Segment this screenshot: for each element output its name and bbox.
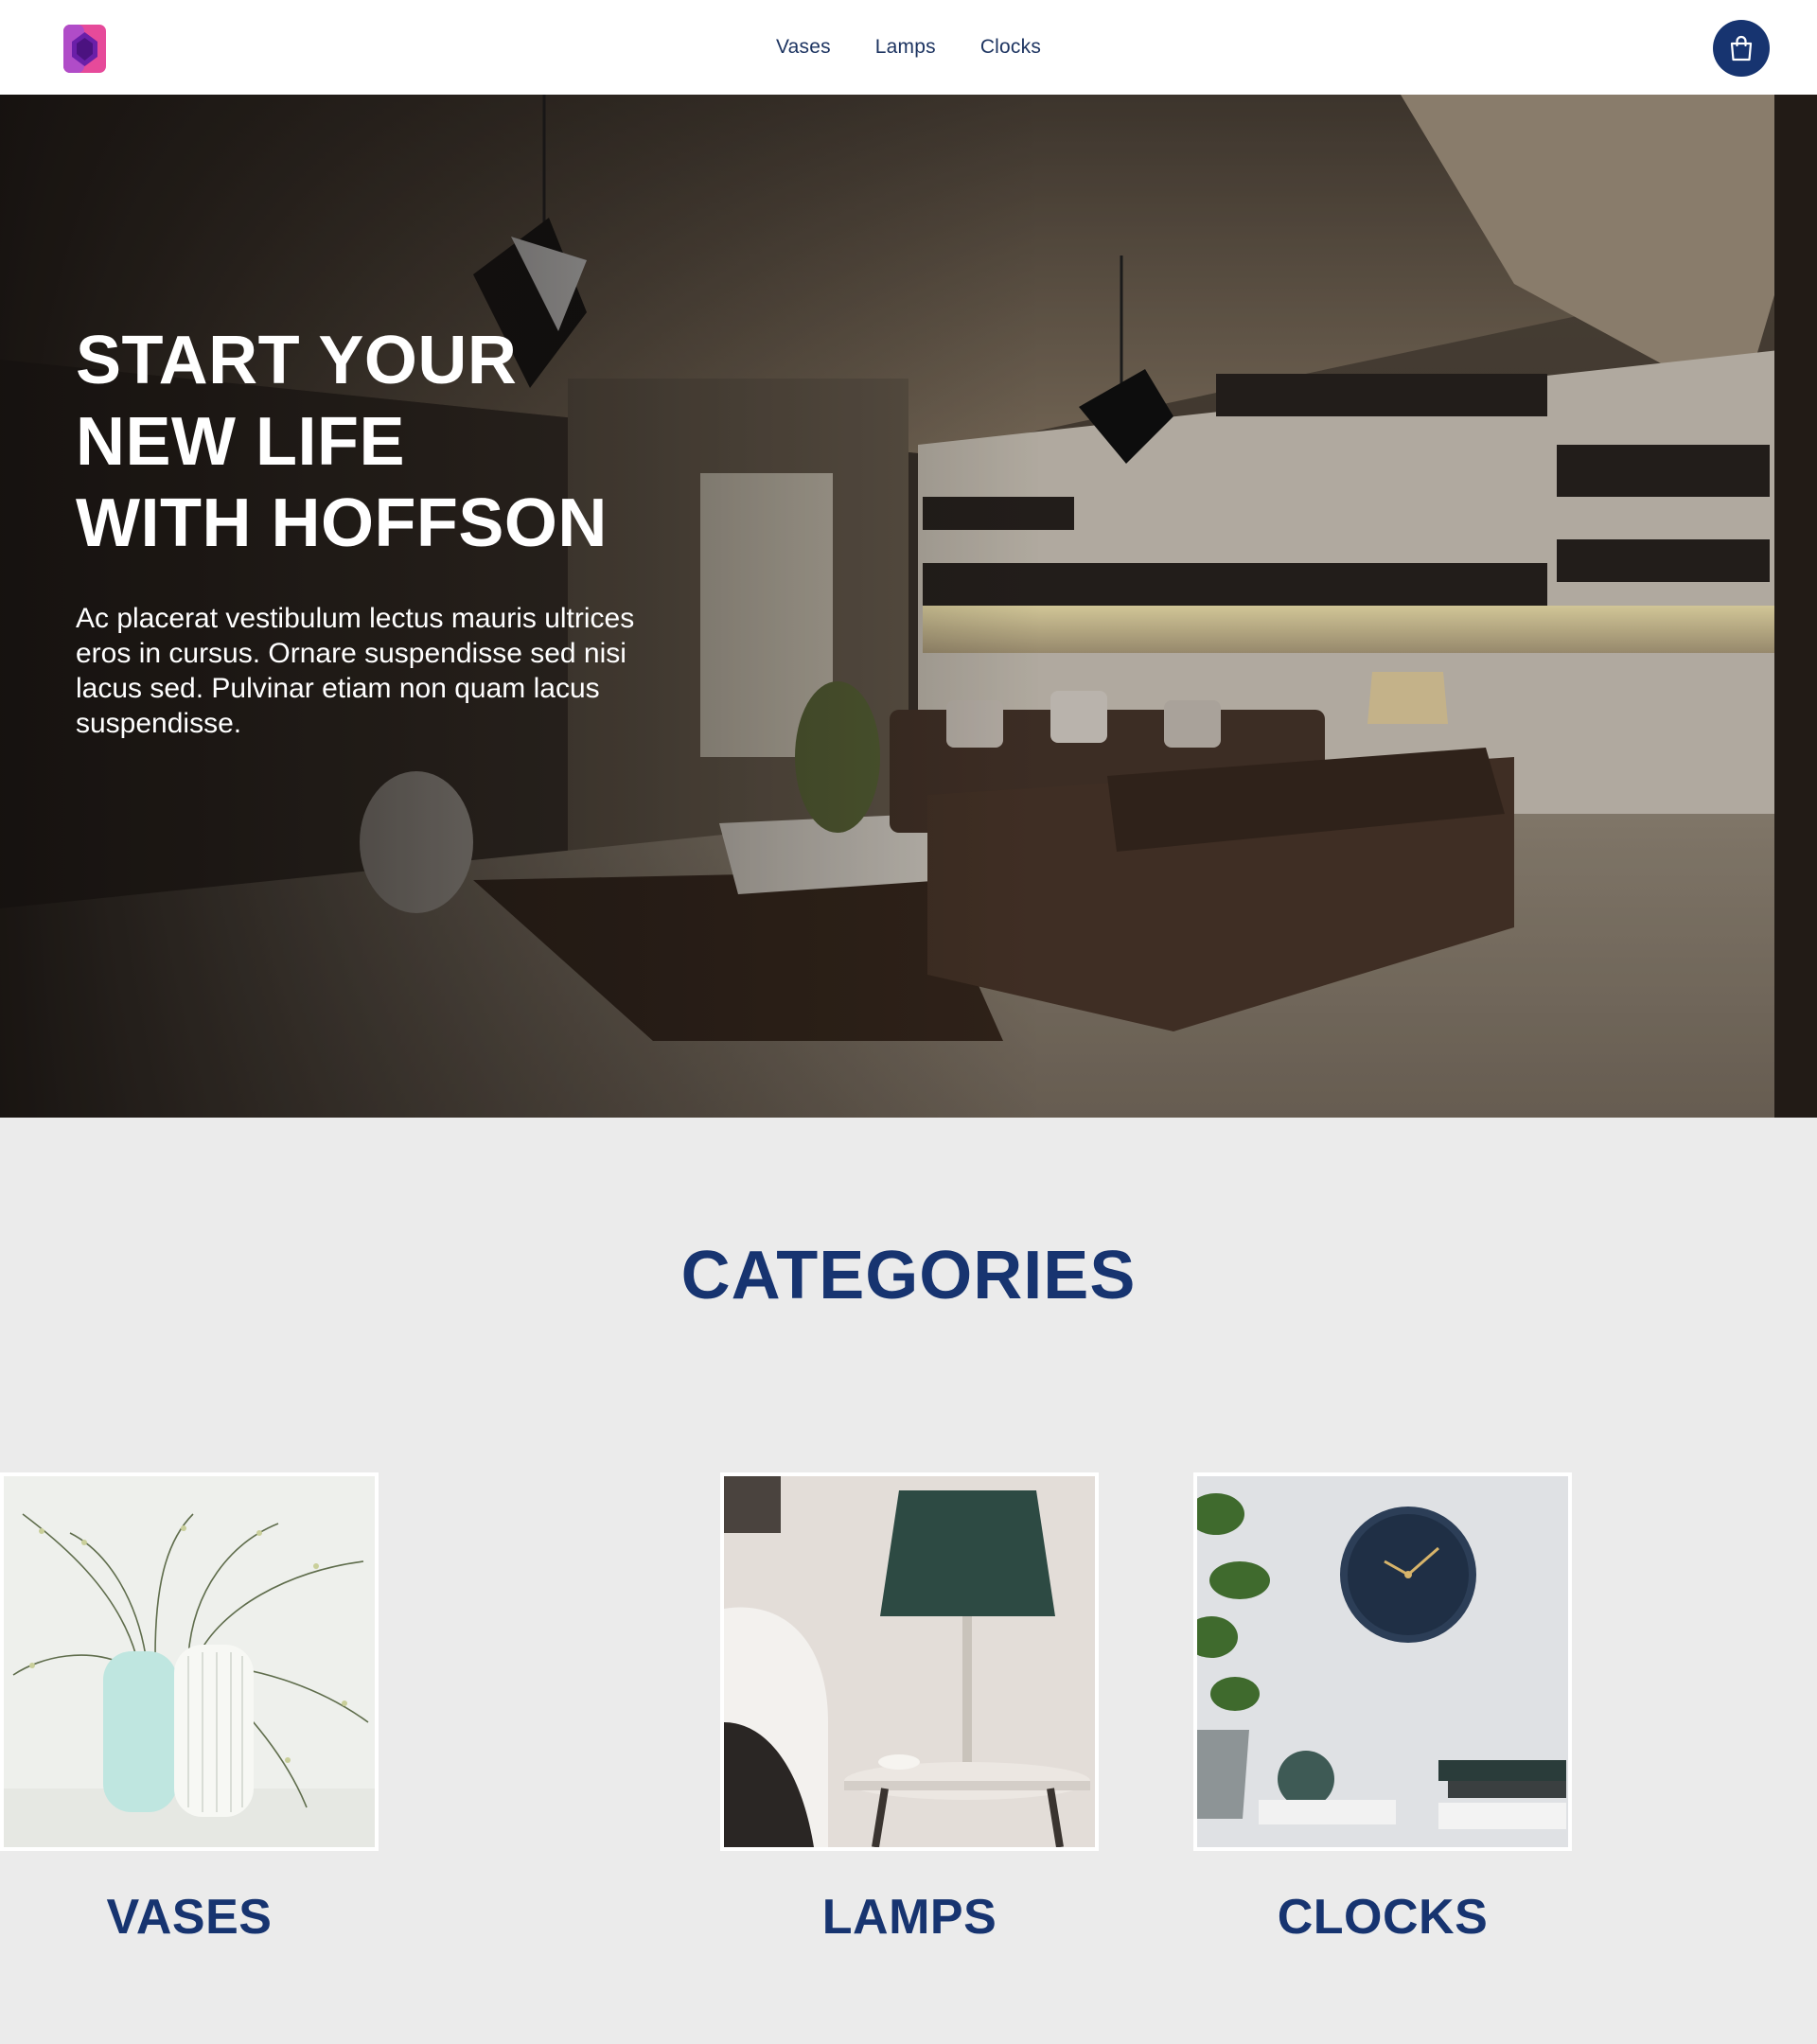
nav-link-clocks[interactable]: Clocks: [980, 36, 1041, 59]
lamps-image[interactable]: [720, 1472, 1099, 1851]
category-card-lamps[interactable]: LAMPS: [720, 1472, 1099, 1946]
site-header: Vases Lamps Clocks: [0, 0, 1817, 95]
hoffson-logo-icon[interactable]: [63, 25, 106, 73]
main-nav: Vases Lamps Clocks: [0, 0, 1817, 95]
hero-title: START YOUR NEW LIFE WITH HOFFSON: [76, 323, 608, 561]
shopping-bag-icon: [1730, 35, 1753, 62]
categories-heading: CATEGORIES: [680, 1238, 1137, 1313]
nav-link-vases[interactable]: Vases: [776, 36, 831, 59]
hero-banner: START YOUR NEW LIFE WITH HOFFSON Ac plac…: [0, 95, 1817, 1118]
vases-image[interactable]: [0, 1472, 379, 1851]
category-label-clocks[interactable]: CLOCKS: [1193, 1889, 1572, 1946]
nav-link-lamps[interactable]: Lamps: [875, 36, 936, 59]
cart-button[interactable]: [1713, 20, 1770, 77]
category-label-vases[interactable]: VASES: [0, 1889, 379, 1946]
category-label-lamps[interactable]: LAMPS: [720, 1889, 1099, 1946]
hero-description: Ac placerat vestibulum lectus mauris ult…: [76, 603, 635, 739]
category-card-vases[interactable]: VASES: [0, 1472, 379, 1946]
category-card-clocks[interactable]: CLOCKS: [1193, 1472, 1572, 1946]
clocks-image[interactable]: [1193, 1472, 1572, 1851]
